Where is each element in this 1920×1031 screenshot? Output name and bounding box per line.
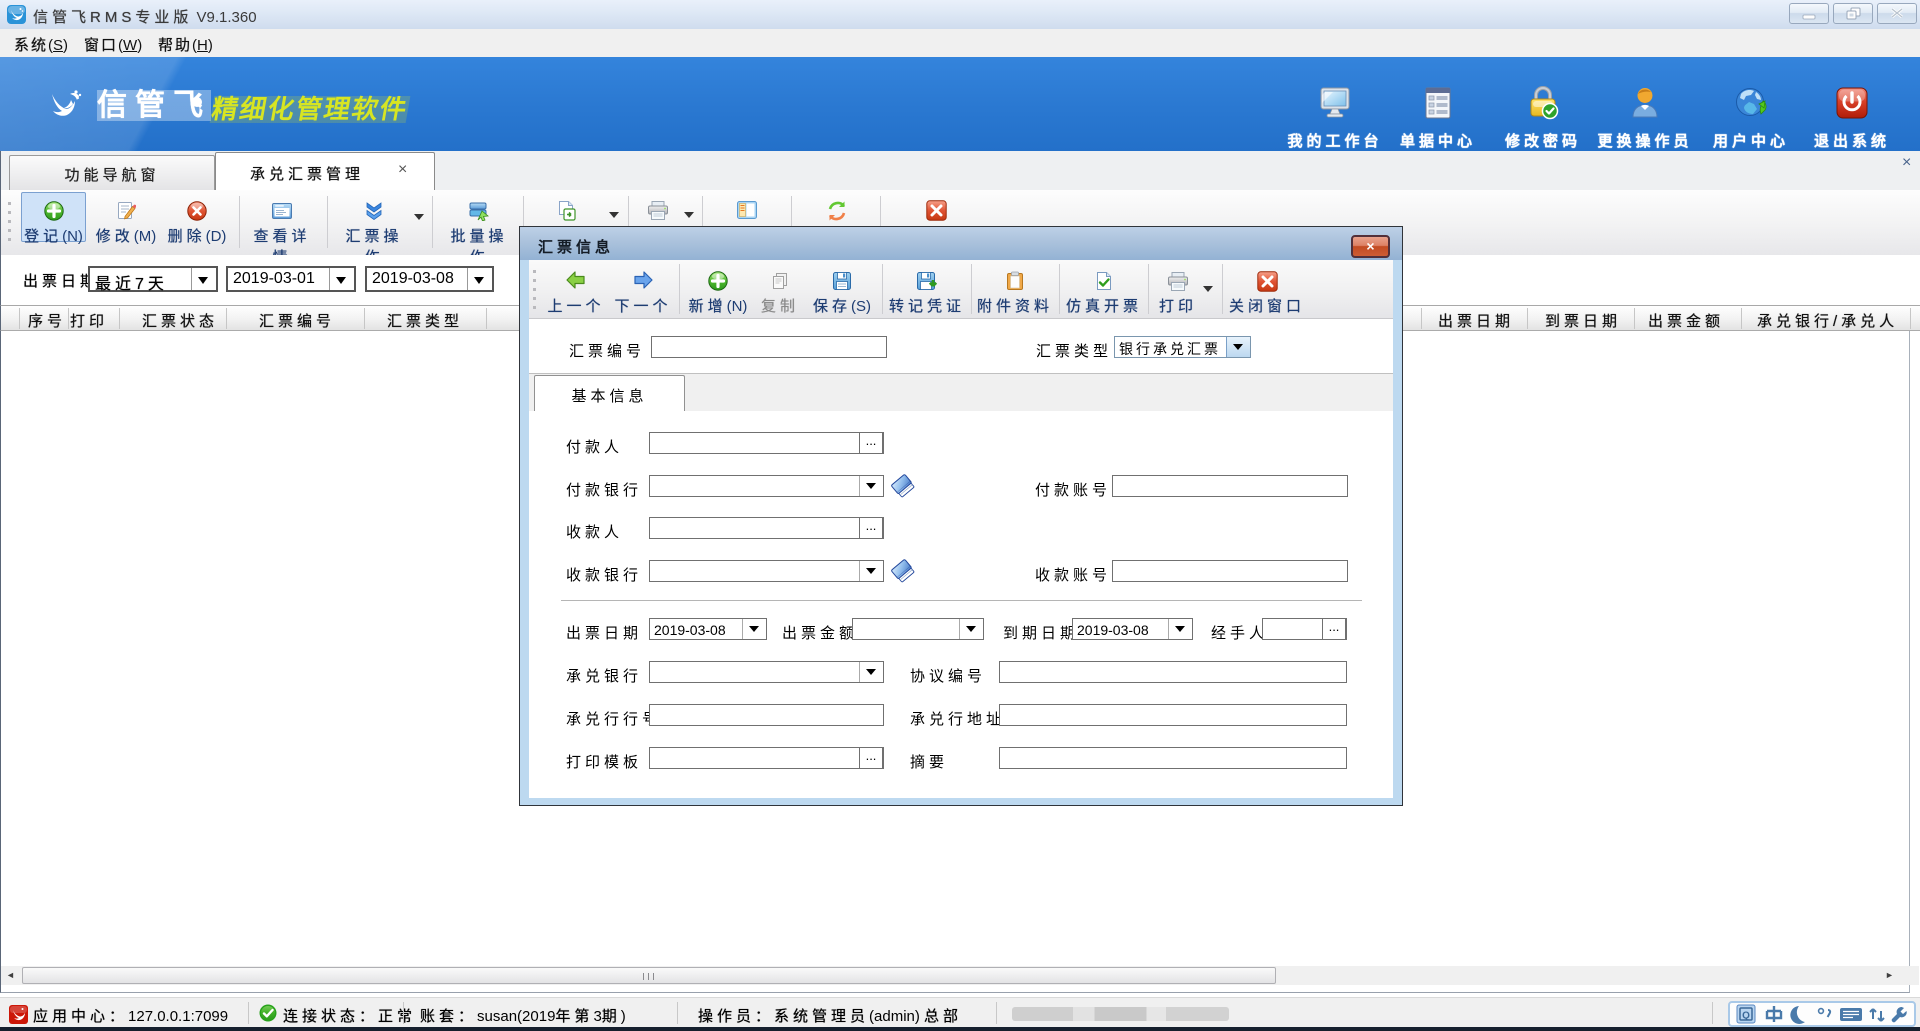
svg-text:Q: Q [1742, 1011, 1750, 1022]
